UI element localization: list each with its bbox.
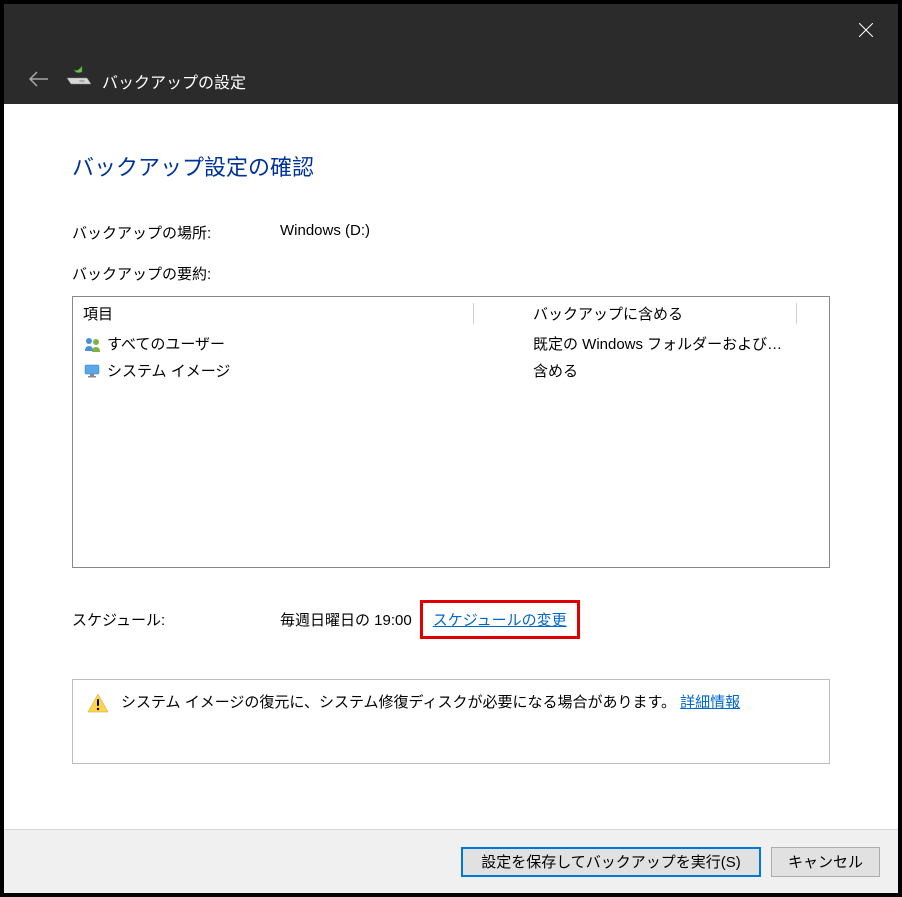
table-row[interactable]: すべてのユーザー 既定の Windows フォルダーおよび…	[73, 330, 829, 357]
more-info-link[interactable]: 詳細情報	[680, 694, 740, 711]
change-schedule-link[interactable]: スケジュールの変更	[433, 612, 567, 629]
schedule-label: スケジュール:	[72, 609, 280, 630]
location-value: Windows (D:)	[280, 222, 370, 243]
content-area: バックアップ設定の確認 バックアップの場所: Windows (D:) バックア…	[4, 104, 898, 829]
titlebar: バックアップの設定	[4, 4, 898, 104]
warning-icon	[87, 693, 109, 715]
row-item: システム イメージ	[107, 360, 533, 381]
back-button[interactable]	[26, 66, 52, 92]
monitor-icon	[83, 363, 103, 379]
location-row: バックアップの場所: Windows (D:)	[72, 222, 830, 243]
summary-label: バックアップの要約:	[72, 263, 830, 284]
summary-table: 項目 バックアップに含める すべてのユーザー 既定の Windows フォルダー…	[72, 296, 830, 568]
info-text: システム イメージの復元に、システム修復ディスクが必要になる場合があります。	[121, 694, 676, 711]
location-label: バックアップの場所:	[72, 222, 280, 243]
header-item[interactable]: 項目	[83, 303, 474, 324]
info-panel: システム イメージの復元に、システム修復ディスクが必要になる場合があります。 詳…	[72, 679, 830, 764]
arrow-left-icon	[28, 70, 50, 88]
row-item: すべてのユーザー	[107, 333, 533, 354]
close-button[interactable]	[852, 16, 880, 44]
users-icon	[83, 336, 103, 352]
page-heading: バックアップ設定の確認	[72, 150, 830, 182]
save-run-button[interactable]: 設定を保存してバックアップを実行(S)	[461, 847, 761, 877]
backup-device-icon	[64, 64, 94, 94]
table-row[interactable]: システム イメージ 含める	[73, 357, 829, 384]
info-text-container: システム イメージの復元に、システム修復ディスクが必要になる場合があります。 詳…	[121, 692, 740, 713]
schedule-row: スケジュール: 毎週日曜日の 19:00 スケジュールの変更	[72, 600, 830, 639]
close-icon	[859, 23, 873, 37]
highlight-box: スケジュールの変更	[420, 600, 580, 639]
table-header: 項目 バックアップに含める	[73, 297, 829, 330]
footer: 設定を保存してバックアップを実行(S) キャンセル	[4, 829, 898, 893]
header-include[interactable]: バックアップに含める	[533, 303, 797, 324]
row-include: 含める	[533, 360, 819, 381]
row-include: 既定の Windows フォルダーおよび…	[533, 333, 819, 354]
cancel-button[interactable]: キャンセル	[771, 847, 880, 877]
schedule-value: 毎週日曜日の 19:00	[280, 609, 412, 630]
window-title: バックアップの設定	[102, 69, 246, 93]
backup-settings-window: バックアップの設定 バックアップ設定の確認 バックアップの場所: Windows…	[4, 4, 898, 893]
